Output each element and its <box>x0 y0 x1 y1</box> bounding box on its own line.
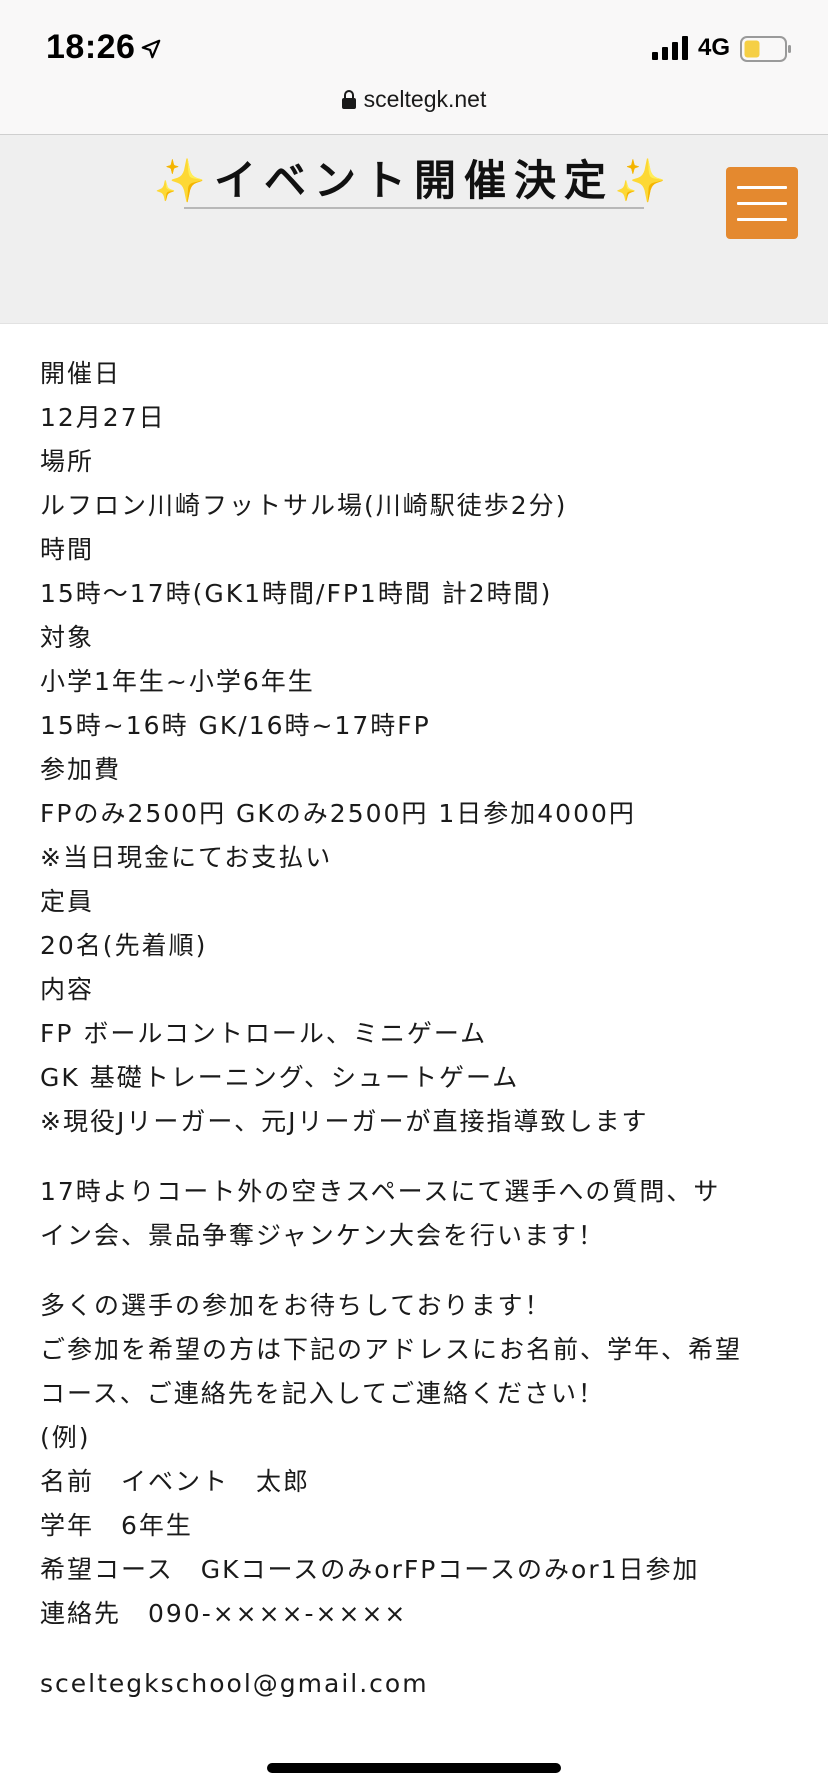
hamburger-menu-icon <box>737 186 787 189</box>
event-content: 開催日 12月27日 場所ルフロン川崎フットサル場(川崎駅徒歩2分) 時間 15時〜17… <box>40 352 800 1706</box>
event-detail-line: 12月27日 <box>40 403 166 432</box>
example-course: 希望コース GKコースのみorFPコースのみor1日参加 <box>40 1555 700 1584</box>
event-detail-line: 参加費 <box>40 755 122 784</box>
battery-icon <box>740 36 791 62</box>
event-detail-line: ※現役Jリーガー、元Jリーガーが直接指導致します <box>40 1107 649 1136</box>
event-detail-line: 定員 <box>40 887 95 916</box>
event-detail-line: FPのみ2500円 GKのみ2500円 1日参加4000円 <box>40 799 636 828</box>
example-grade: 学年 6年生 <box>40 1511 193 1540</box>
event-detail-line: 場所 <box>40 447 95 476</box>
event-details: 開催日 12月27日 場所ルフロン川崎フットサル場(川崎駅徒歩2分) 時間 15時〜17… <box>40 352 800 1144</box>
event-detail-line: 20名(先着順) <box>40 931 208 960</box>
event-detail-line: 内容 <box>40 975 95 1004</box>
event-detail-line: ルフロン川崎フットサル場(川崎駅徒歩2分) <box>40 491 568 520</box>
contact-email[interactable]: sceltegkschool@gmail.com <box>40 1662 800 1706</box>
event-detail-line: 小学1年生~小学6年生 <box>40 667 315 696</box>
example-label: (例) <box>40 1423 91 1452</box>
event-detail-line: GK 基礎トレーニング、シュートゲーム <box>40 1063 520 1092</box>
invitation-text: ご参加を希望の方は下記のアドレスにお名前、学年、希望 <box>40 1335 743 1364</box>
lock-icon <box>341 90 356 109</box>
page: 18:26 4G sceltegk.net ✨イベント開催決定✨ 開催日 12月… <box>0 0 828 1792</box>
page-title: ✨イベント開催決定✨ <box>153 156 675 205</box>
invitation-text: コース、ご連絡先を記入してご連絡ください！ <box>40 1379 606 1408</box>
example-contact: 連絡先 090-××××-×××× <box>40 1599 408 1628</box>
event-detail-line: 時間 <box>40 535 95 564</box>
event-detail-line: 開催日 <box>40 359 122 388</box>
example-name: 名前 イベント 太郎 <box>40 1467 311 1496</box>
location-arrow-icon <box>141 39 161 59</box>
signal-icon <box>652 36 688 60</box>
address-bar[interactable]: sceltegk.net <box>0 82 828 135</box>
home-indicator[interactable] <box>267 1763 561 1773</box>
url-text: sceltegk.net <box>363 86 487 112</box>
hamburger-menu-button[interactable] <box>726 167 798 239</box>
after-event-text: イン会、景品争奪ジャンケン大会を行います！ <box>40 1221 606 1250</box>
event-detail-line: 対象 <box>40 623 95 652</box>
event-detail-line: 15時〜17時(GK1時間/FP1時間 計2時間) <box>40 579 553 608</box>
title-underline <box>184 207 644 209</box>
status-time: 18:26 <box>46 28 136 66</box>
event-detail-line: FP ボールコントロール、ミニゲーム <box>40 1019 488 1048</box>
site-header: ✨イベント開催決定✨ <box>0 135 828 324</box>
hamburger-menu-icon <box>737 218 787 221</box>
event-detail-line: ※当日現金にてお支払い <box>40 843 333 872</box>
event-detail-line: 15時~16時 GK/16時~17時FP <box>40 711 431 740</box>
network-type: 4G <box>698 34 731 61</box>
after-event-text: 17時よりコート外の空きスペースにて選手への質問、サ <box>40 1177 721 1206</box>
url-display[interactable]: sceltegk.net <box>0 86 828 113</box>
hamburger-menu-icon <box>737 202 787 205</box>
invitation-text: 多くの選手の参加をお待ちしております！ <box>40 1291 552 1320</box>
